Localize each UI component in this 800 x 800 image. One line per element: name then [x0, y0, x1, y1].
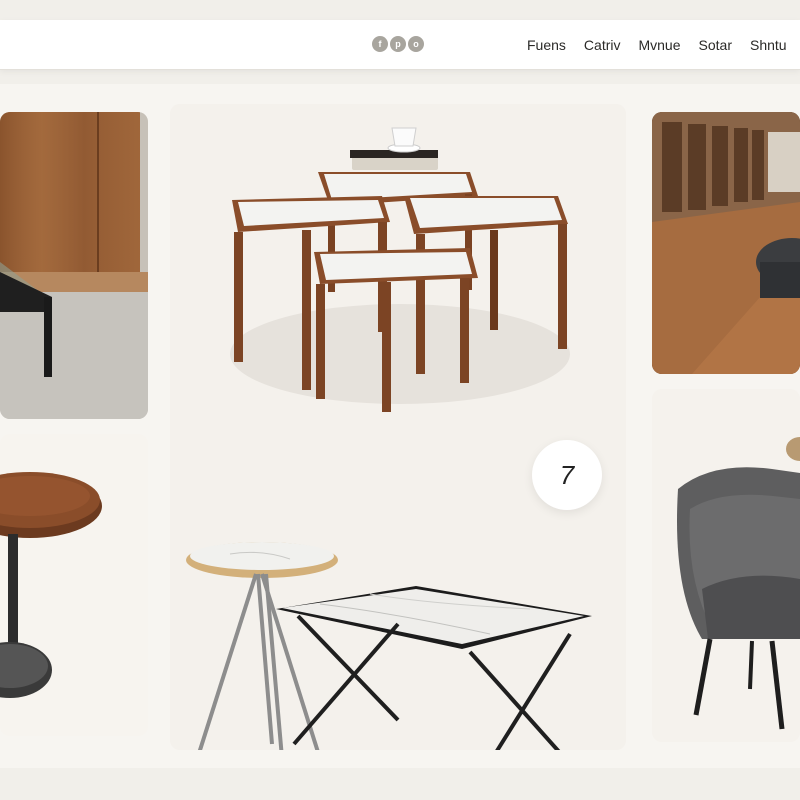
product-gallery: 7 — [0, 84, 800, 768]
top-navigation-bar: f p o Fuens Catriv Mvnue Sotar Shntu — [0, 20, 800, 70]
footer-area — [0, 768, 800, 800]
product-image-lounge-interior[interactable] — [652, 112, 800, 374]
nav-link-mvnue[interactable]: Mvnue — [638, 36, 680, 54]
lounge-interior-photo — [652, 112, 800, 374]
product-image-round-table[interactable] — [0, 434, 148, 736]
coffee-table-photo — [0, 112, 148, 419]
round-table-photo — [0, 434, 148, 736]
pinterest-icon[interactable]: p — [390, 36, 406, 52]
nav-link-shntu[interactable]: Shntu — [750, 36, 787, 54]
instagram-icon[interactable]: o — [408, 36, 424, 52]
product-image-coffee-table[interactable] — [0, 112, 148, 419]
app-window: f p o Fuens Catriv Mvnue Sotar Shntu 7 — [0, 0, 800, 800]
nav-link-fuens[interactable]: Fuens — [527, 36, 566, 54]
main-navigation: Fuens Catriv Mvnue Sotar Shntu — [527, 36, 787, 54]
nesting-tables-photo — [170, 104, 626, 750]
armchair-photo — [652, 389, 800, 742]
product-image-armchair[interactable] — [652, 389, 800, 742]
product-image-nesting-tables[interactable] — [170, 104, 626, 750]
social-icons: f p o — [372, 36, 424, 52]
nav-link-catriv[interactable]: Catriv — [584, 36, 621, 54]
nav-link-sotar[interactable]: Sotar — [699, 36, 732, 54]
gallery-count-badge[interactable]: 7 — [532, 440, 602, 510]
facebook-icon[interactable]: f — [372, 36, 388, 52]
